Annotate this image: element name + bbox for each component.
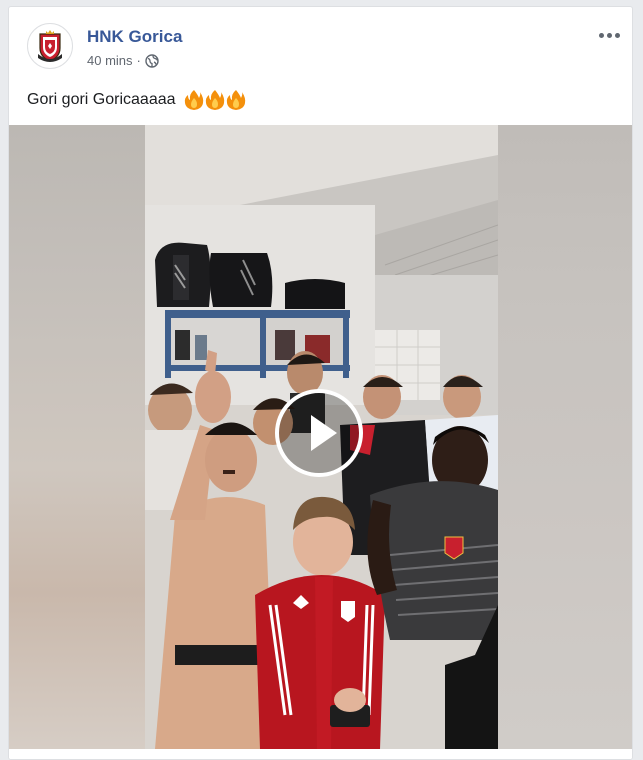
video-blur-right <box>498 125 632 749</box>
more-horizontal-icon <box>598 32 604 38</box>
video-player[interactable] <box>9 125 632 749</box>
play-button[interactable] <box>275 389 363 477</box>
facebook-post: HNK Gorica 40 mins · Gori gori Goricaaaa… <box>8 6 633 760</box>
post-message: Gori gori Goricaaaaa <box>27 89 246 111</box>
fire-icon <box>184 89 204 111</box>
more-options-button[interactable] <box>596 27 622 43</box>
post-timestamp[interactable]: 40 mins <box>87 53 133 68</box>
meta-separator: · <box>136 53 141 68</box>
fire-icon <box>226 89 246 111</box>
page-name-link[interactable]: HNK Gorica <box>87 27 182 47</box>
post-text: Gori gori Goricaaaaa <box>27 91 176 108</box>
globe-icon[interactable] <box>145 53 159 68</box>
post-footer <box>9 749 632 759</box>
video-blur-left <box>9 125 145 749</box>
club-crest-icon <box>29 25 71 67</box>
fire-icon <box>205 89 225 111</box>
post-meta: 40 mins · <box>87 53 159 68</box>
page-avatar[interactable] <box>27 23 73 69</box>
play-icon <box>311 415 337 451</box>
emoji-group <box>184 89 246 111</box>
